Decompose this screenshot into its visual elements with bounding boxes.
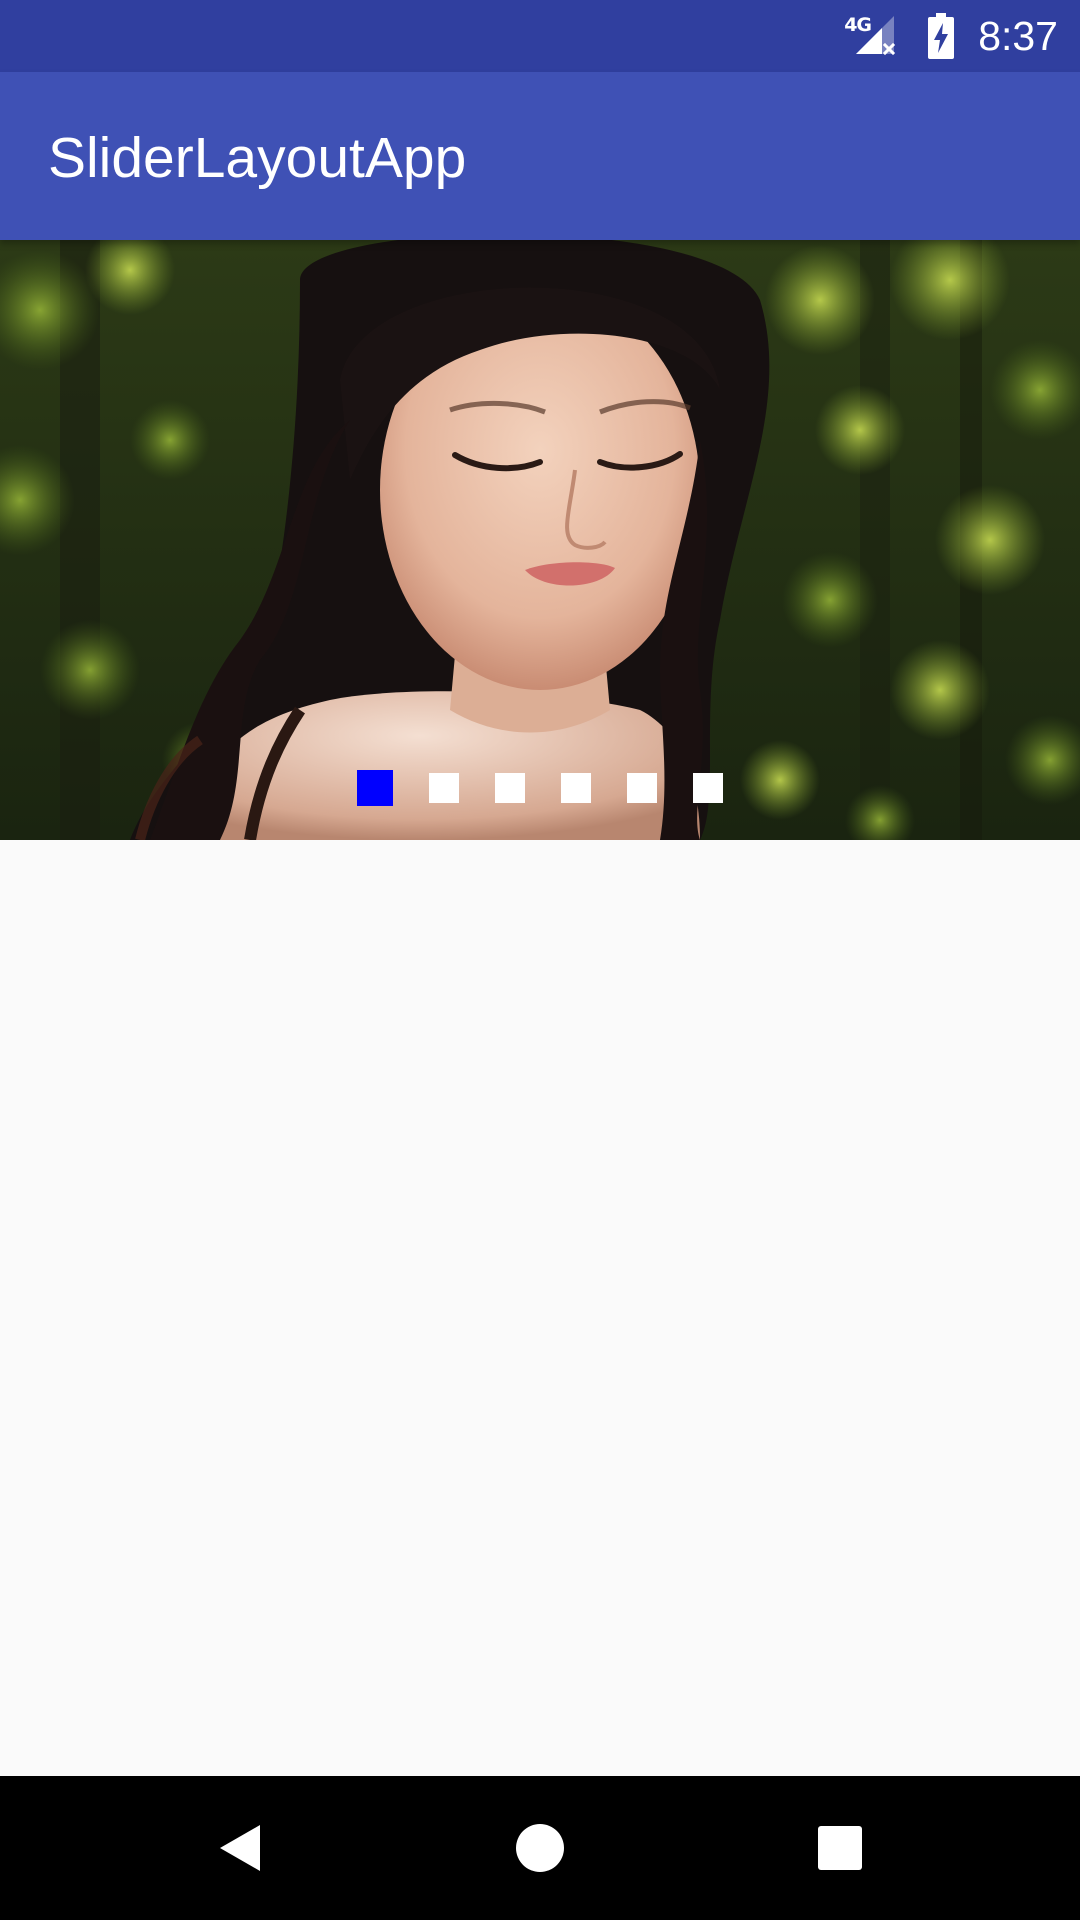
page-indicators xyxy=(0,768,1080,808)
page-indicator-5[interactable] xyxy=(627,773,657,803)
page-indicator-3[interactable] xyxy=(495,773,525,803)
slide-photo-image xyxy=(0,240,1080,840)
status-bar: 4G 8:37 xyxy=(0,0,1080,72)
phone-screen: 4G 8:37 SliderLayoutApp xyxy=(0,0,1080,1920)
status-icons: 4G 8:37 xyxy=(844,0,1058,72)
signal-no-data-icon: 4G xyxy=(844,12,904,60)
page-indicator-6[interactable] xyxy=(693,773,723,803)
home-icon xyxy=(516,1824,564,1872)
recents-icon xyxy=(818,1826,862,1870)
recents-button[interactable] xyxy=(760,1776,920,1920)
page-indicator-2[interactable] xyxy=(429,773,459,803)
back-icon xyxy=(220,1825,260,1871)
battery-charging-icon xyxy=(926,13,956,59)
app-title: SliderLayoutApp xyxy=(48,126,467,190)
home-button[interactable] xyxy=(460,1776,620,1920)
back-button[interactable] xyxy=(160,1776,320,1920)
status-clock: 8:37 xyxy=(978,13,1058,59)
page-indicator-4[interactable] xyxy=(561,773,591,803)
content-area xyxy=(0,840,1080,1776)
page-indicator-1[interactable] xyxy=(357,770,393,806)
navigation-bar xyxy=(0,1776,1080,1920)
app-bar: SliderLayoutApp xyxy=(0,72,1080,240)
image-slider[interactable] xyxy=(0,240,1080,840)
